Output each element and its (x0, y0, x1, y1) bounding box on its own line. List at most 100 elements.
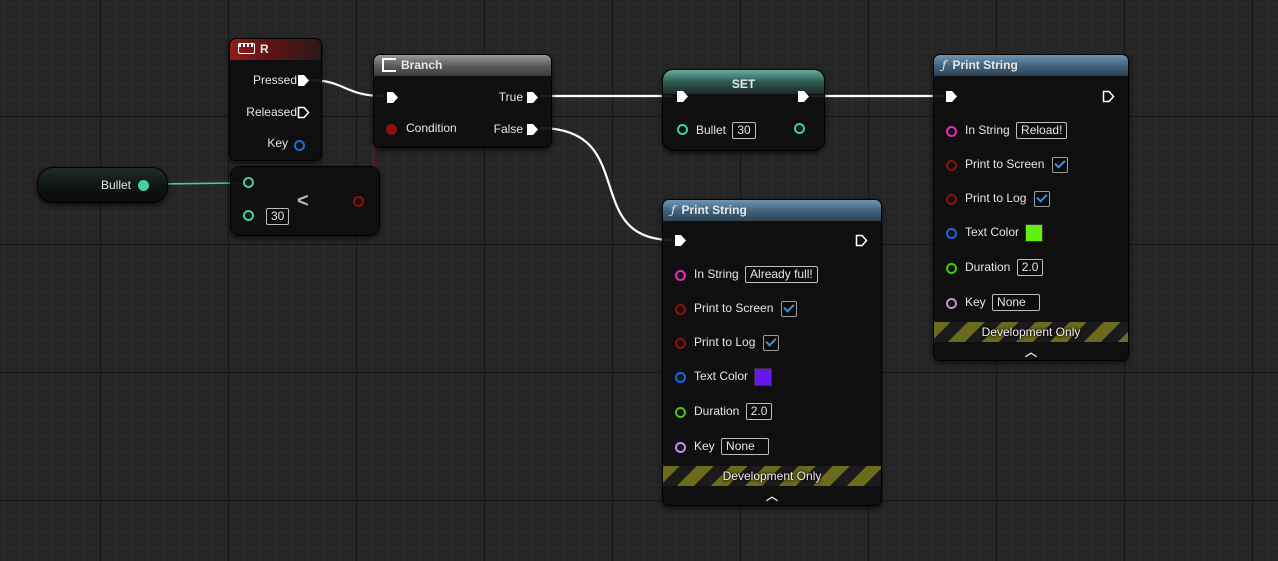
print-true-title: Print String (952, 58, 1018, 72)
less-than-operator: < (297, 190, 309, 212)
print-false-log-label: Print to Log (694, 335, 756, 349)
print-true-key-field[interactable]: None (992, 294, 1041, 312)
print-false-dev-only-banner: Development Only (663, 466, 881, 486)
print-false-key-field[interactable]: None (721, 438, 770, 456)
print-false-instring-row: In String Already full! (694, 264, 818, 284)
branch-icon (382, 57, 396, 72)
print-true-instring-field[interactable]: Reload! (1016, 122, 1068, 140)
less-b-value-wrap: 30 (266, 206, 290, 226)
condition-label: Condition (406, 121, 457, 135)
print-true-dev-only-label: Development Only (981, 325, 1081, 339)
branch-header: Branch (374, 55, 551, 76)
print-true-duration-field[interactable]: 2.0 (1016, 259, 1044, 277)
print-true-color-label: Text Color (965, 225, 1020, 239)
print-false-log-pin[interactable] (675, 338, 686, 349)
set-title: SET (731, 77, 756, 91)
keyboard-icon (238, 43, 255, 55)
print-true-screen-label: Print to Screen (965, 157, 1045, 171)
print-false-instring-label: In String (694, 267, 739, 281)
print-true-key-row: Key None (965, 292, 1041, 312)
print-false-exec-in-pin[interactable] (674, 234, 687, 247)
set-bullet-in-pin[interactable] (677, 124, 688, 135)
condition-pin[interactable] (386, 124, 397, 135)
print-false-log-row: Print to Log (694, 332, 779, 352)
print-false-duration-label: Duration (694, 404, 740, 418)
print-true-dev-only-banner: Development Only (934, 322, 1128, 342)
set-exec-out-pin[interactable] (797, 90, 810, 103)
print-true-screen-pin[interactable] (946, 160, 957, 171)
print-true-instring-pin[interactable] (946, 126, 957, 137)
less-b-pin[interactable] (243, 210, 254, 221)
key-event-header: R (230, 39, 321, 60)
set-bullet-value-field[interactable]: 30 (732, 122, 756, 140)
print-true-collapse-chevron-icon[interactable]: ︿ (934, 343, 1128, 360)
print-true-key-label: Key (965, 295, 986, 309)
print-false-header: ƒ Print String (663, 200, 881, 221)
print-true-color-row: Text Color (965, 222, 1044, 242)
print-false-title: Print String (681, 203, 747, 217)
print-string-false-node[interactable]: ƒ Print String In String Already full! Pr… (662, 199, 882, 506)
print-true-log-row: Print to Log (965, 188, 1050, 208)
released-exec-pin[interactable] (297, 106, 310, 119)
print-false-collapse-chevron-icon[interactable]: ︿ (663, 487, 881, 504)
print-true-screen-row: Print to Screen (965, 154, 1068, 174)
print-false-instring-pin[interactable] (675, 270, 686, 281)
false-exec-pin[interactable] (526, 123, 539, 136)
print-string-true-node[interactable]: ƒ Print String In String Reload! Print to… (933, 54, 1129, 361)
pressed-label: Pressed (252, 73, 297, 87)
pressed-exec-pin[interactable] (297, 74, 310, 87)
print-true-key-pin[interactable] (946, 298, 957, 309)
print-false-instring-field[interactable]: Already full! (745, 266, 818, 284)
print-false-duration-row: Duration 2.0 (694, 401, 773, 421)
set-bullet-out-pin[interactable] (794, 123, 805, 134)
print-false-dev-only-label: Development Only (722, 469, 822, 483)
print-true-log-pin[interactable] (946, 194, 957, 205)
less-than-node[interactable]: 30 < (230, 166, 380, 236)
print-true-color-pin[interactable] (946, 228, 957, 239)
print-false-key-label: Key (694, 439, 715, 453)
set-bullet-row: Bullet 30 (696, 120, 756, 140)
less-result-pin[interactable] (353, 196, 364, 207)
print-false-log-checkbox[interactable] (762, 334, 779, 351)
true-exec-pin[interactable] (526, 91, 539, 104)
print-false-screen-label: Print to Screen (694, 301, 774, 315)
bullet-out-pin[interactable] (138, 180, 149, 191)
print-true-log-checkbox[interactable] (1033, 190, 1050, 207)
function-icon: ƒ (671, 203, 676, 217)
print-true-color-swatch[interactable] (1025, 223, 1044, 242)
print-false-duration-pin[interactable] (675, 407, 686, 418)
print-true-instring-row: In String Reload! (965, 120, 1068, 140)
key-event-node[interactable]: R Pressed Released Key (229, 38, 322, 161)
true-label: True (498, 90, 523, 104)
less-b-value-field[interactable]: 30 (266, 208, 290, 226)
function-icon: ƒ (942, 58, 947, 72)
set-node[interactable]: SET Bullet 30 (662, 69, 825, 151)
print-false-color-row: Text Color (694, 366, 773, 386)
print-false-screen-checkbox[interactable] (780, 300, 797, 317)
print-true-exec-in-pin[interactable] (945, 90, 958, 103)
print-false-screen-pin[interactable] (675, 304, 686, 315)
print-true-instring-label: In String (965, 123, 1010, 137)
less-a-pin[interactable] (243, 177, 254, 188)
print-true-duration-label: Duration (965, 260, 1011, 274)
print-false-color-label: Text Color (694, 369, 749, 383)
print-false-exec-out-pin[interactable] (855, 234, 868, 247)
bullet-getter-node[interactable]: Bullet (37, 167, 168, 203)
print-true-exec-out-pin[interactable] (1102, 90, 1115, 103)
print-false-duration-field[interactable]: 2.0 (745, 403, 773, 421)
false-label: False (493, 122, 523, 136)
print-false-key-pin[interactable] (675, 442, 686, 453)
set-exec-in-pin[interactable] (676, 90, 689, 103)
print-true-duration-pin[interactable] (946, 263, 957, 274)
key-event-title: R (260, 42, 269, 56)
branch-node[interactable]: Branch Condition True False (373, 54, 552, 148)
print-false-color-pin[interactable] (675, 372, 686, 383)
branch-exec-in-pin[interactable] (386, 91, 399, 104)
key-struct-pin[interactable] (294, 140, 305, 151)
print-false-key-row: Key None (694, 436, 770, 456)
released-label: Released (246, 105, 297, 119)
print-true-screen-checkbox[interactable] (1051, 156, 1068, 173)
print-false-color-swatch[interactable] (754, 367, 773, 386)
branch-title: Branch (401, 58, 443, 72)
exec-wire-false-print (539, 126, 673, 242)
